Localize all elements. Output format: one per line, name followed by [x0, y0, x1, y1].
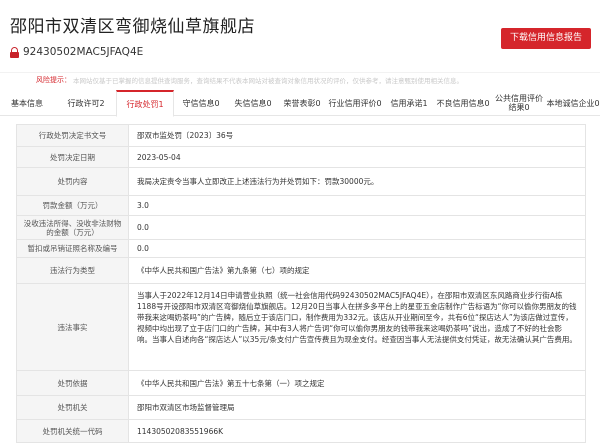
tab-bad-credit-info[interactable]: 不良信用信息0 — [434, 90, 492, 116]
tab-credit-commitment[interactable]: 信用承诺1 — [386, 90, 432, 116]
tab-basic-info[interactable]: 基本信息 — [4, 90, 50, 116]
tab-local-trust-enterprise[interactable]: 本地诚信企业0 — [546, 90, 600, 116]
tab-trust-info[interactable]: 守信信息0 — [176, 90, 226, 116]
table-row: 违法事实 当事人于2022年12月14日申请营业执照（统一社会信用代码92430… — [17, 284, 585, 371]
penalty-detail-table: 行政处罚决定书文号 邵双市监处罚〔2023〕36号 处罚决定日期 2023-05… — [16, 124, 586, 443]
violation-type-label: 违法行为类型 — [17, 258, 129, 283]
violation-facts-value: 当事人于2022年12月14日申请营业执照（统一社会信用代码92430502MA… — [137, 291, 577, 344]
fine-amount-label: 罚款金额（万元） — [17, 196, 129, 215]
table-row: 没收违法所得、没收非法财物的金额（万元） 0.0 — [17, 216, 585, 240]
tab-dishonest-info[interactable]: 失信信息0 — [228, 90, 278, 116]
decision-no-value: 邵双市监处罚〔2023〕36号 — [137, 131, 234, 140]
confiscated-amount-label: 没收违法所得、没收非法财物的金额（万元） — [17, 216, 129, 239]
table-row: 处罚决定日期 2023-05-04 — [17, 147, 585, 168]
risk-notice-label: 风险提示： — [36, 75, 71, 84]
decision-date-value: 2023-05-04 — [137, 152, 181, 162]
penalty-basis-value: 《中华人民共和国广告法》第五十七条第（一）项之规定 — [137, 378, 325, 388]
authority-label: 处罚机关 — [17, 396, 129, 419]
tab-public-credit-rating[interactable]: 公共信用评价结果0 — [494, 90, 544, 116]
authority-code-value: 11430502083551966K — [137, 426, 224, 436]
suspended-license-value: 0.0 — [137, 244, 149, 253]
authority-code-label: 处罚机关统一代码 — [17, 420, 129, 442]
table-row: 处罚机关 邵阳市双清区市场监督管理局 — [17, 396, 585, 420]
violation-type-value: 《中华人民共和国广告法》第九条第（七）项的规定 — [137, 266, 310, 275]
lock-icon — [10, 46, 19, 58]
download-report-button[interactable]: 下载信用信息报告 — [501, 28, 591, 49]
decision-date-label: 处罚决定日期 — [17, 147, 129, 167]
company-name: 邵阳市双清区弯御烧仙草旗舰店 — [10, 17, 255, 37]
table-row: 罚款金额（万元） 3.0 — [17, 196, 585, 216]
tab-industry-credit-rating[interactable]: 行业信用评价0 — [326, 90, 384, 116]
tab-admin-license[interactable]: 行政许可2 — [58, 90, 114, 116]
credit-code: 92430502MAC5JFAQ4E — [23, 46, 144, 58]
table-row: 行政处罚决定书文号 邵双市监处罚〔2023〕36号 — [17, 125, 585, 147]
tab-admin-penalty[interactable]: 行政处罚1 — [116, 90, 174, 117]
page-header: 邵阳市双清区弯御烧仙草旗舰店 92430502MAC5JFAQ4E 下载信用信息… — [0, 0, 600, 70]
penalty-content-value: 我局决定责令当事人立即改正上述违法行为并处罚如下：罚款30000元。 — [137, 177, 379, 186]
authority-value: 邵阳市双清区市场监督管理局 — [137, 403, 235, 412]
penalty-content-label: 处罚内容 — [17, 168, 129, 195]
risk-notice: 风险提示： 本网站仅基于已掌握的信息提供查询服务，查询结果不代表本网站对被查询对… — [0, 72, 600, 86]
credit-code-row: 92430502MAC5JFAQ4E — [10, 44, 143, 60]
table-row: 暂扣或吊销证照名称及编号 0.0 — [17, 240, 585, 258]
table-row: 违法行为类型 《中华人民共和国广告法》第九条第（七）项的规定 — [17, 258, 585, 284]
penalty-basis-label: 处罚依据 — [17, 371, 129, 395]
tab-bar: 基本信息 行政许可2 行政处罚1 守信信息0 失信信息0 荣誉表彰0 行业信用评… — [0, 90, 600, 117]
suspended-license-label: 暂扣或吊销证照名称及编号 — [17, 240, 129, 257]
fine-amount-value: 3.0 — [137, 201, 149, 210]
table-row: 处罚机关统一代码 11430502083551966K — [17, 420, 585, 442]
table-row: 处罚内容 我局决定责令当事人立即改正上述违法行为并处罚如下：罚款30000元。 — [17, 168, 585, 196]
table-row: 处罚依据 《中华人民共和国广告法》第五十七条第（一）项之规定 — [17, 371, 585, 396]
tab-honors[interactable]: 荣誉表彰0 — [280, 90, 324, 116]
decision-no-label: 行政处罚决定书文号 — [17, 125, 129, 146]
confiscated-amount-value: 0.0 — [137, 223, 149, 232]
violation-facts-label: 违法事实 — [17, 284, 129, 370]
risk-notice-text: 本网站仅基于已掌握的信息提供查询服务，查询结果不代表本网站对被查询对象信用状况的… — [73, 76, 463, 85]
